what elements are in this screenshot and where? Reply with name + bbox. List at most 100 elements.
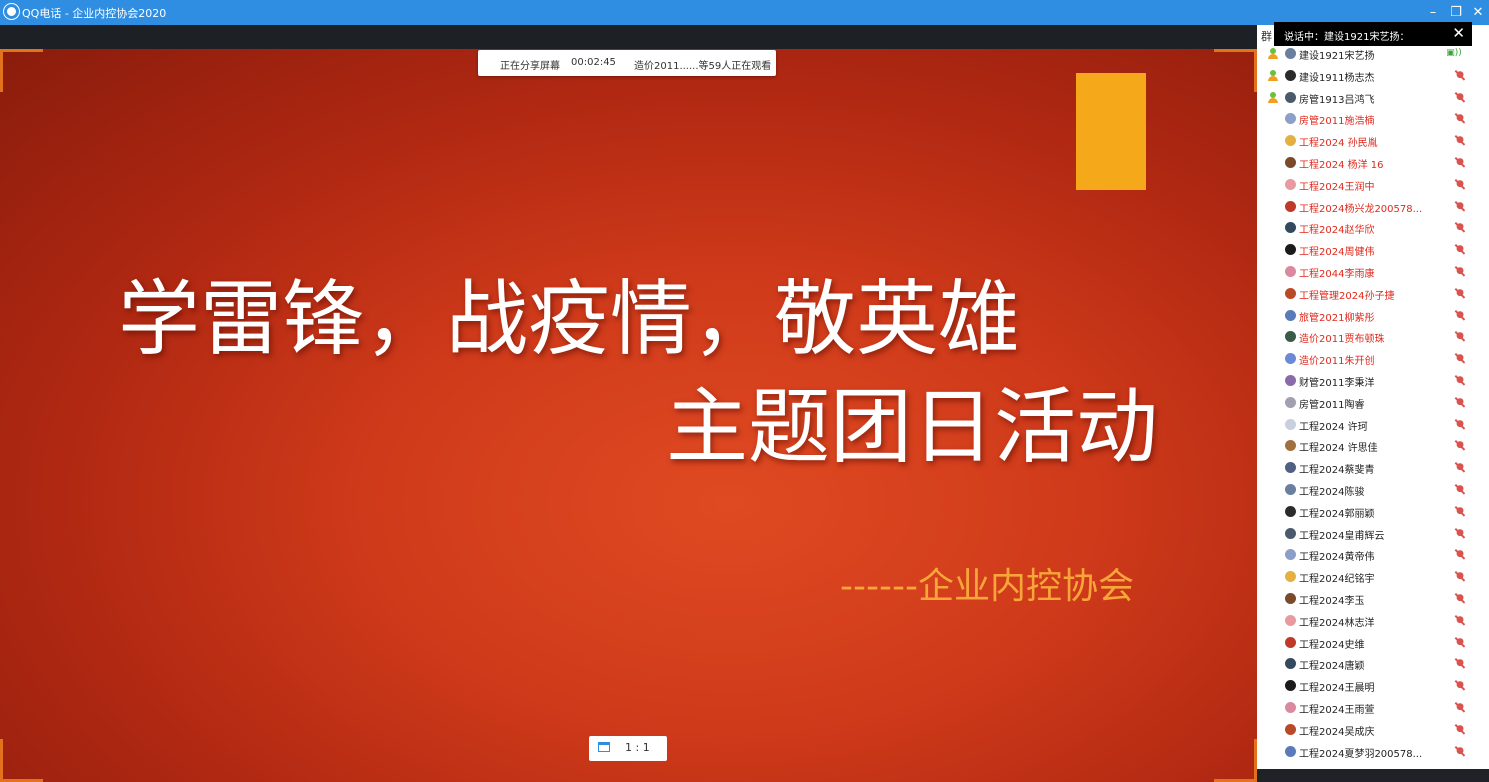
member-row[interactable]: 工程2024唐颖 ● xyxy=(1257,653,1489,675)
slide-title-line2: 主题团日活动 xyxy=(665,380,1158,475)
mic-muted-icon: ● xyxy=(1456,244,1464,255)
avatar xyxy=(1285,178,1296,190)
frame-corner-bottom-left xyxy=(0,739,43,782)
avatar xyxy=(1285,701,1296,713)
member-name: 房管2011陶睿 xyxy=(1299,399,1365,411)
member-row[interactable]: 工程2024 杨洋 16 ● xyxy=(1257,152,1489,174)
avatar xyxy=(1285,113,1296,125)
member-name: 造价2011朱开创 xyxy=(1299,356,1375,368)
member-row[interactable]: 工程2024 许珂 ● xyxy=(1257,414,1489,436)
member-row[interactable]: 工程2024吴成庆 ● xyxy=(1257,719,1489,741)
member-row[interactable]: 旅管2021柳紫彤 ● xyxy=(1257,305,1489,327)
group-tab[interactable]: 群 xyxy=(1261,28,1272,44)
mic-muted-icon: ● xyxy=(1456,571,1464,582)
member-row[interactable]: 房管1913吕鸿飞 ● xyxy=(1257,87,1489,109)
mic-muted-icon: ● xyxy=(1456,723,1464,734)
mic-muted-icon: ● xyxy=(1456,309,1464,320)
member-row[interactable]: 房管2011施浩楠 ● xyxy=(1257,108,1489,130)
mic-muted-icon: ● xyxy=(1456,614,1464,625)
member-row[interactable]: 工程管理2024孙子捷 ● xyxy=(1257,283,1489,305)
mic-muted-icon: ● xyxy=(1456,636,1464,647)
avatar xyxy=(1285,418,1296,430)
user-icon xyxy=(1268,69,1278,81)
member-row[interactable]: 工程2024黄帝伟 ● xyxy=(1257,544,1489,566)
member-row[interactable]: 工程2024郭丽颖 ● xyxy=(1257,501,1489,523)
member-row[interactable]: 工程2044李雨康 ● xyxy=(1257,261,1489,283)
member-name: 工程2024林志洋 xyxy=(1299,617,1375,629)
member-row[interactable]: 造价2011贾布顿珠 ● xyxy=(1257,326,1489,348)
member-name: 建设1911杨志杰 xyxy=(1299,72,1375,84)
mic-muted-icon: ● xyxy=(1456,745,1464,756)
mic-muted-icon: ● xyxy=(1456,178,1464,189)
avatar xyxy=(1285,156,1296,168)
member-row[interactable]: 工程2024王雨萱 ● xyxy=(1257,697,1489,719)
mic-muted-icon: ● xyxy=(1456,265,1464,276)
member-row[interactable]: 工程2024林志洋 ● xyxy=(1257,610,1489,632)
member-list: 建设1921宋艺扬 ▣)) 建设1911杨志杰 ● 房管1913吕鸿飞 ● 房管2011施浩… xyxy=(1257,43,1489,762)
mic-muted-icon: ● xyxy=(1456,658,1464,669)
avatar xyxy=(1285,200,1296,212)
member-name: 工程2024史维 xyxy=(1299,639,1365,651)
mic-muted-icon: ● xyxy=(1456,527,1464,538)
mic-muted-icon: ● xyxy=(1456,701,1464,712)
member-name: 房管2011施浩楠 xyxy=(1299,116,1375,128)
mic-muted-icon: ● xyxy=(1456,396,1464,407)
member-row[interactable]: 工程2024史维 ● xyxy=(1257,632,1489,654)
avatar xyxy=(1285,723,1296,735)
member-row[interactable]: 工程2024李玉 ● xyxy=(1257,588,1489,610)
member-row[interactable]: 建设1921宋艺扬 ▣)) xyxy=(1257,43,1489,65)
avatar xyxy=(1285,287,1296,299)
frame-corner-top-left xyxy=(0,49,43,92)
avatar xyxy=(1285,440,1296,452)
member-row[interactable]: 工程2024 许思佳 ● xyxy=(1257,435,1489,457)
mic-muted-icon: ● xyxy=(1456,462,1464,473)
avatar xyxy=(1285,680,1296,692)
avatar xyxy=(1285,135,1296,147)
slide-accent-bar xyxy=(1076,73,1146,190)
avatar xyxy=(1285,483,1296,495)
mic-muted-icon: ● xyxy=(1456,222,1464,233)
member-name: 工程2024 孙民胤 xyxy=(1299,138,1378,150)
member-row[interactable]: 工程2024蔡斐青 ● xyxy=(1257,457,1489,479)
mic-muted-icon: ● xyxy=(1456,91,1464,102)
avatar xyxy=(1285,571,1296,583)
member-name: 工程2024赵华欣 xyxy=(1299,225,1375,237)
member-row[interactable]: 工程2024 孙民胤 ● xyxy=(1257,130,1489,152)
member-name: 工程2024黄帝伟 xyxy=(1299,552,1375,564)
member-row[interactable]: 房管2011陶睿 ● xyxy=(1257,392,1489,414)
mic-muted-icon: ● xyxy=(1456,440,1464,451)
member-name: 工程2024王晨明 xyxy=(1299,683,1375,695)
member-row[interactable]: 工程2024纪铭宇 ● xyxy=(1257,566,1489,588)
member-row[interactable]: 工程2024赵华欣 ● xyxy=(1257,217,1489,239)
slide-title: 学雷锋，战疫情，敬英雄 主题团日活动 xyxy=(118,266,1178,482)
ratio-label: 1 : 1 xyxy=(625,741,650,754)
mic-muted-icon: ● xyxy=(1456,592,1464,603)
avatar xyxy=(1285,353,1296,365)
member-name: 工程2024唐颖 xyxy=(1299,661,1365,673)
mic-muted-icon: ● xyxy=(1456,113,1464,124)
member-row[interactable]: 工程2024杨兴龙200578... ● xyxy=(1257,196,1489,218)
mic-muted-icon: ● xyxy=(1456,156,1464,167)
member-row[interactable]: 建设1911杨志杰 ● xyxy=(1257,65,1489,87)
avatar xyxy=(1285,374,1296,386)
ratio-button[interactable]: 1 : 1 xyxy=(589,736,667,761)
member-name: 工程2024周健伟 xyxy=(1299,247,1375,259)
member-name: 工程2024 许思佳 xyxy=(1299,443,1378,455)
member-row[interactable]: 工程2024王晨明 ● xyxy=(1257,675,1489,697)
member-row[interactable]: 工程2024陈骏 ● xyxy=(1257,479,1489,501)
tooltip-close-button[interactable]: ✕ xyxy=(1452,24,1465,42)
member-name: 财管2011李秉洋 xyxy=(1299,377,1375,389)
window-title: QQ电话 - 企业内控协会2020 xyxy=(22,7,167,20)
member-row[interactable]: 工程2024周健伟 ● xyxy=(1257,239,1489,261)
member-row[interactable]: 财管2011李秉洋 ● xyxy=(1257,370,1489,392)
mic-muted-icon: ● xyxy=(1456,135,1464,146)
mic-muted-icon: ● xyxy=(1456,549,1464,560)
member-row[interactable]: 工程2024夏梦羽200578... ● xyxy=(1257,741,1489,763)
slide-title-line1: 学雷锋，战疫情，敬英雄 xyxy=(118,272,1021,367)
member-row[interactable]: 工程2024皇甫辉云 ● xyxy=(1257,523,1489,545)
member-row[interactable]: 造价2011朱开创 ● xyxy=(1257,348,1489,370)
member-sidebar: 群 建设1921宋艺扬 ▣)) 建设1911杨志杰 ● 房管1913吕鸿飞 ● 房管2011… xyxy=(1257,25,1489,769)
member-row[interactable]: 工程2024王润中 ● xyxy=(1257,174,1489,196)
avatar xyxy=(1285,636,1296,648)
member-name: 造价2011贾布顿珠 xyxy=(1299,334,1385,346)
